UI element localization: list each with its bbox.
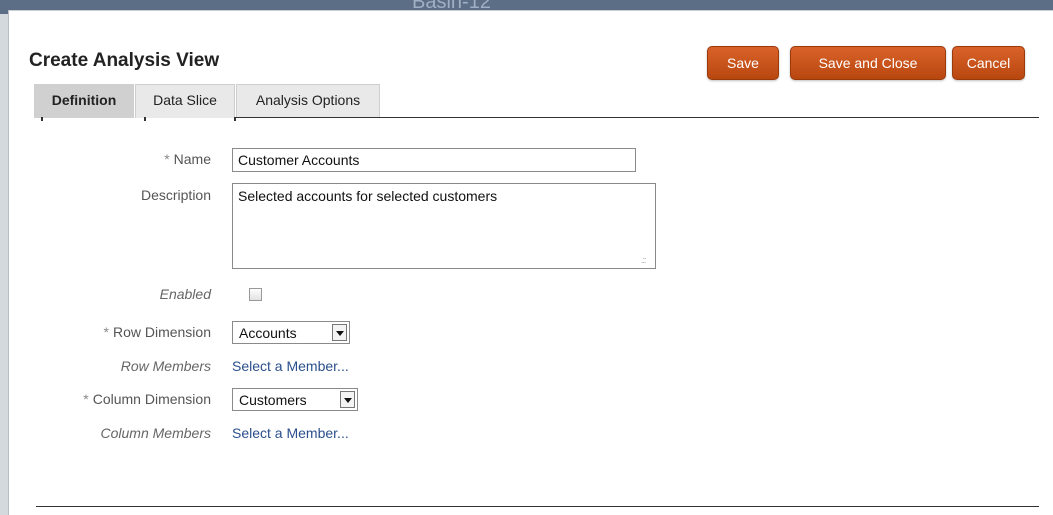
row-members-label: Row Members bbox=[120, 358, 211, 374]
dropdown-arrow-icon[interactable] bbox=[332, 324, 347, 341]
footer-divider bbox=[36, 506, 1039, 507]
required-marker: * bbox=[83, 391, 89, 407]
description-label: Description bbox=[140, 187, 211, 203]
name-label: * Name bbox=[164, 151, 211, 167]
resize-grip-icon[interactable]: .:: bbox=[641, 255, 646, 265]
tab-divider-mark bbox=[41, 117, 43, 121]
column-dimension-value: Customers bbox=[239, 392, 307, 408]
description-textarea[interactable]: Selected accounts for selected customers bbox=[232, 183, 656, 269]
row-dimension-select[interactable]: Accounts bbox=[232, 321, 350, 344]
cancel-button[interactable]: Cancel bbox=[952, 46, 1025, 80]
tab-definition[interactable]: Definition bbox=[34, 84, 134, 118]
name-input[interactable] bbox=[232, 148, 636, 172]
dropdown-arrow-icon[interactable] bbox=[340, 391, 355, 408]
tab-data-slice[interactable]: Data Slice bbox=[135, 84, 235, 118]
enabled-checkbox[interactable] bbox=[249, 288, 262, 301]
tab-divider-mark bbox=[234, 117, 236, 121]
column-dimension-select[interactable]: Customers bbox=[232, 388, 358, 411]
dialog-title: Create Analysis View bbox=[29, 50, 220, 71]
column-members-link[interactable]: Select a Member... bbox=[232, 425, 349, 441]
create-analysis-view-dialog: Create Analysis View Save Save and Close… bbox=[8, 10, 1053, 515]
save-and-close-button[interactable]: Save and Close bbox=[790, 46, 946, 80]
enabled-label: Enabled bbox=[159, 286, 211, 302]
tab-underline bbox=[236, 117, 1039, 118]
column-dimension-label: * Column Dimension bbox=[83, 391, 211, 407]
tab-analysis-options[interactable]: Analysis Options bbox=[236, 84, 380, 118]
row-dimension-value: Accounts bbox=[239, 325, 297, 341]
column-members-label: Column Members bbox=[100, 425, 211, 441]
required-marker: * bbox=[164, 151, 170, 167]
save-button[interactable]: Save bbox=[707, 46, 779, 80]
required-marker: * bbox=[103, 324, 109, 340]
tab-divider-mark bbox=[144, 117, 146, 121]
row-members-link[interactable]: Select a Member... bbox=[232, 358, 349, 374]
row-dimension-label: * Row Dimension bbox=[103, 324, 212, 340]
